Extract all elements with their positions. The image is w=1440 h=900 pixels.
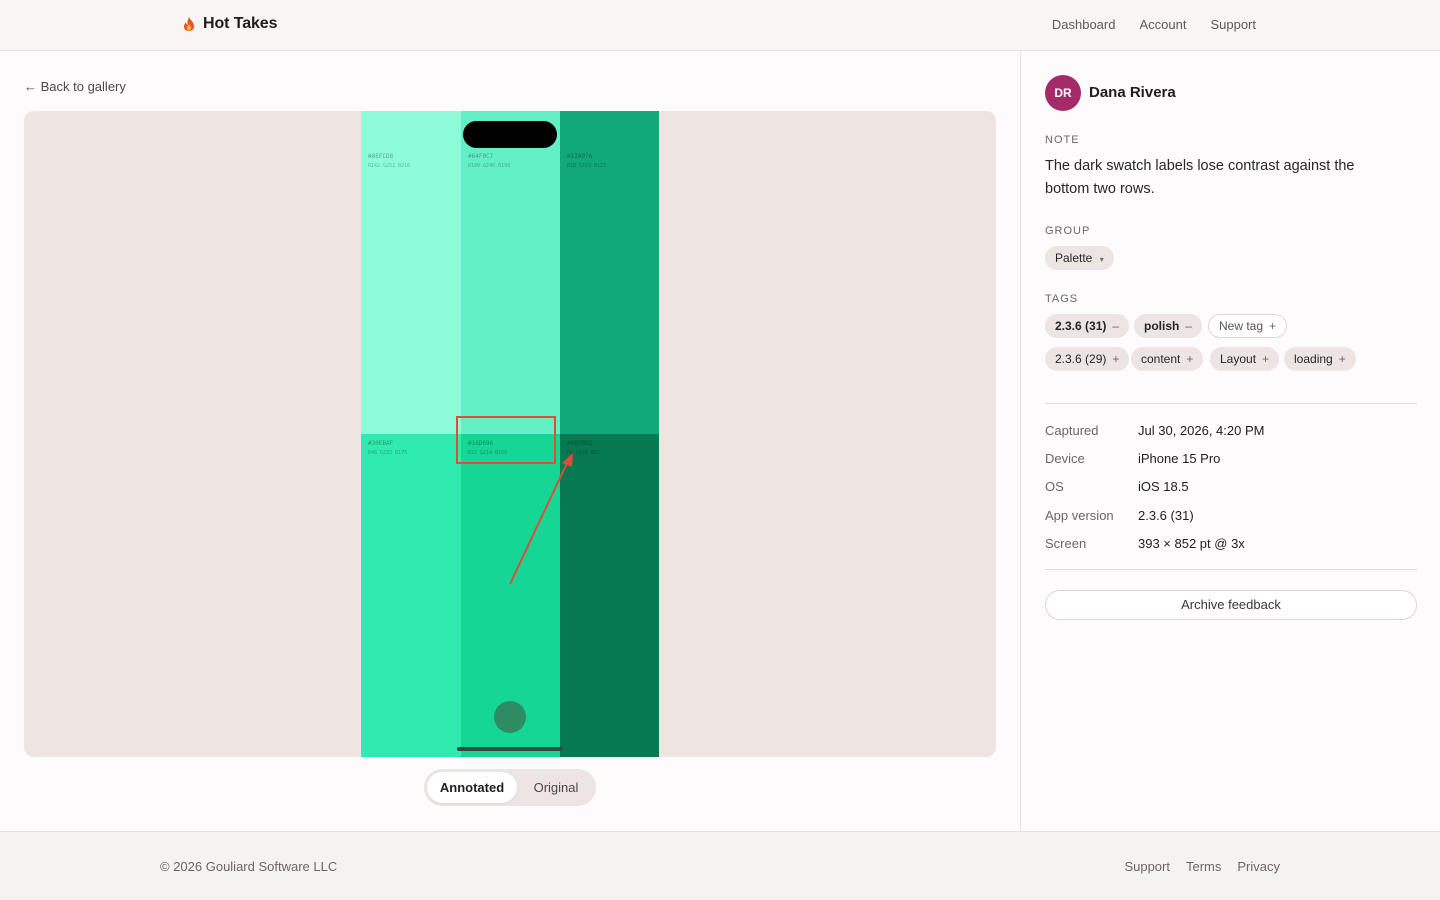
meta-key-screen: Screen — [1045, 536, 1087, 551]
meta-value-captured: Jul 30, 2026, 4:20 PM — [1138, 423, 1265, 438]
meta-value-app-version: 2.3.6 (31) — [1138, 508, 1194, 523]
add-tag-icon: + — [1186, 352, 1194, 366]
avatar: DR — [1045, 75, 1081, 111]
tag-label: 2.3.6 (31) — [1055, 319, 1107, 333]
footer-link-privacy[interactable]: Privacy — [1237, 859, 1280, 874]
group-value: Palette — [1055, 251, 1093, 265]
add-tag-icon: + — [1338, 352, 1346, 366]
tag-chip-2.3.6-31[interactable]: 2.3.6 (31) – — [1045, 314, 1130, 338]
top-nav: Dashboard Account Support — [1052, 17, 1256, 32]
tag-label: polish — [1144, 319, 1180, 333]
user-name: Dana Rivera — [1089, 84, 1176, 101]
remove-tag-icon[interactable]: – — [1112, 319, 1119, 333]
meta-key-captured: Captured — [1045, 423, 1099, 438]
footer: © 2026 Gouliard Software LLC Support Ter… — [0, 831, 1440, 900]
tag-chip-content[interactable]: content + — [1131, 347, 1204, 371]
details-sidebar: DR Dana Rivera NOTE The dark swatch labe… — [1020, 51, 1440, 831]
meta-key-app-version: App version — [1045, 508, 1114, 523]
note-label: NOTE — [1045, 134, 1080, 146]
view-toggle: Annotated Original — [424, 769, 596, 806]
meta-value-screen: 393 × 852 pt @ 3x — [1138, 536, 1245, 551]
screenshot-viewer: #8EFCD8 R142 G252 B216 #64F0C7 R100 G240… — [24, 111, 996, 757]
add-tag-icon: + — [1262, 352, 1270, 366]
remove-tag-icon[interactable]: – — [1185, 319, 1192, 333]
toggle-annotated[interactable]: Annotated — [427, 772, 517, 803]
add-tag-icon: + — [1112, 352, 1120, 366]
archive-feedback-button[interactable]: Archive feedback — [1045, 590, 1417, 620]
tag-label: New tag — [1219, 319, 1264, 333]
top-header: Hot Takes Dashboard Account Support — [0, 0, 1440, 51]
tag-label: Layout — [1220, 352, 1257, 366]
chevron-down-icon: ▾ — [1099, 255, 1104, 264]
tag-label: 2.3.6 (29) — [1055, 352, 1107, 366]
device-screenshot[interactable]: #8EFCD8 R142 G252 B216 #64F0C7 R100 G240… — [361, 111, 659, 757]
nav-dashboard[interactable]: Dashboard — [1052, 17, 1116, 32]
footer-link-terms[interactable]: Terms — [1186, 859, 1221, 874]
tag-label: loading — [1294, 352, 1333, 366]
tags-label: TAGS — [1045, 293, 1079, 305]
nav-support[interactable]: Support — [1210, 17, 1256, 32]
meta-key-device: Device — [1045, 451, 1085, 466]
tag-chip-polish[interactable]: polish – — [1134, 314, 1203, 338]
nav-account[interactable]: Account — [1139, 17, 1186, 32]
annotation-layer — [456, 416, 573, 585]
divider — [1045, 403, 1417, 404]
tag-chip-layout[interactable]: Layout + — [1210, 347, 1280, 371]
footer-link-support[interactable]: Support — [1124, 859, 1170, 874]
annotation-highlight-box — [456, 416, 556, 464]
footer-nav: Support Terms Privacy — [1124, 859, 1280, 874]
annotation-arrowhead — [562, 453, 573, 467]
flame-icon — [184, 17, 194, 31]
group-label: GROUP — [1045, 225, 1091, 237]
back-to-gallery-link[interactable]: ← Back to gallery — [24, 79, 126, 94]
copyright: © 2026 Gouliard Software LLC — [160, 859, 338, 874]
meta-value-os: iOS 18.5 — [1138, 479, 1189, 494]
tag-chip-loading[interactable]: loading + — [1284, 347, 1356, 371]
note-text: The dark swatch labels lose contrast aga… — [1045, 158, 1355, 197]
annotation-arrow — [509, 460, 569, 585]
tag-chip-2.3.6-29[interactable]: 2.3.6 (29) + — [1045, 347, 1130, 371]
meta-value-device: iPhone 15 Pro — [1138, 451, 1221, 466]
group-select[interactable]: Palette ▾ — [1045, 246, 1114, 270]
tag-label: content — [1141, 352, 1181, 366]
new-tag-button[interactable]: New tag + — [1208, 314, 1288, 338]
brand[interactable]: Hot Takes — [182, 15, 277, 33]
divider — [1045, 569, 1417, 570]
meta-key-os: OS — [1045, 479, 1064, 494]
add-tag-icon: + — [1269, 319, 1277, 333]
brand-name: Hot Takes — [203, 15, 278, 32]
toggle-original[interactable]: Original — [520, 772, 592, 803]
